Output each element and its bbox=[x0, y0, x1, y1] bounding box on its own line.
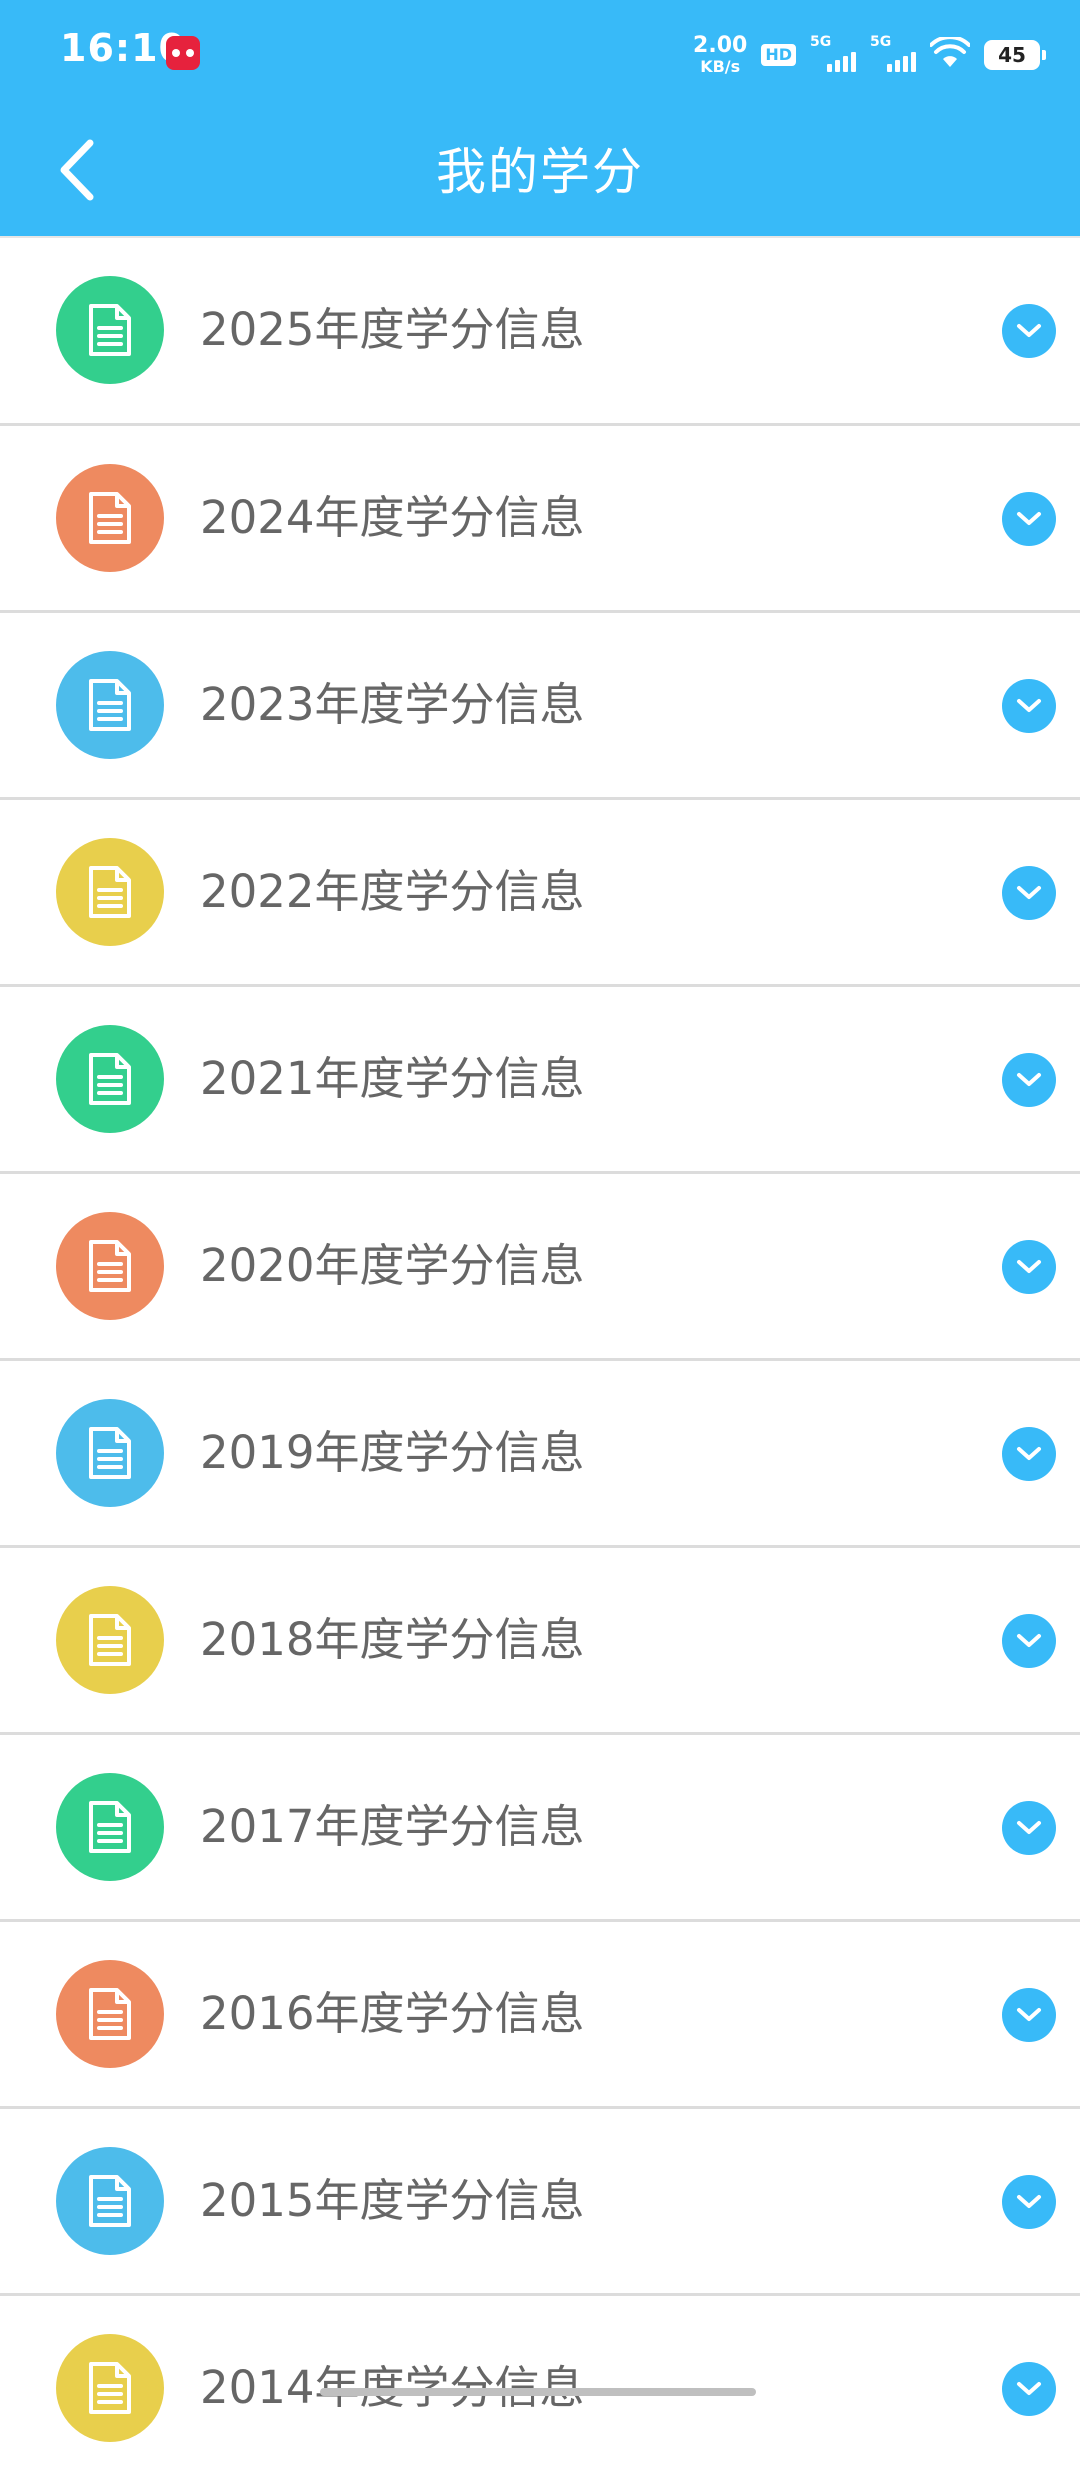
list-item[interactable]: 2016年度学分信息 bbox=[0, 1919, 1080, 2106]
chevron-down-icon[interactable] bbox=[1002, 2175, 1056, 2229]
chevron-down-icon[interactable] bbox=[1002, 1240, 1056, 1294]
sim1-network-type: 5G bbox=[810, 34, 832, 50]
document-icon bbox=[56, 1399, 164, 1507]
chevron-down-icon[interactable] bbox=[1002, 1614, 1056, 1668]
document-icon bbox=[56, 2334, 164, 2442]
list-item-label: 2024年度学分信息 bbox=[200, 491, 585, 544]
document-icon bbox=[56, 464, 164, 572]
list-item-label: 2023年度学分信息 bbox=[200, 678, 585, 731]
page-title: 我的学分 bbox=[436, 143, 644, 201]
app-notification-icon bbox=[166, 36, 200, 70]
chevron-down-icon[interactable] bbox=[1002, 1427, 1056, 1481]
app-header: 16:10 2.00 KB/s HD 5G 5G 45 我的学分 bbox=[0, 0, 1080, 236]
list-item[interactable]: 2014年度学分信息 bbox=[0, 2293, 1080, 2480]
home-indicator[interactable] bbox=[320, 2388, 756, 2396]
list-item[interactable]: 2023年度学分信息 bbox=[0, 610, 1080, 797]
status-bar: 16:10 2.00 KB/s HD 5G 5G 45 bbox=[0, 0, 1080, 108]
list-item-label: 2020年度学分信息 bbox=[200, 1239, 585, 1292]
document-icon bbox=[56, 1586, 164, 1694]
nav-bar: 我的学分 bbox=[0, 108, 1080, 236]
list-item-label: 2015年度学分信息 bbox=[200, 2174, 585, 2227]
list-item[interactable]: 2020年度学分信息 bbox=[0, 1171, 1080, 1358]
status-indicators: 2.00 KB/s HD 5G 5G 45 bbox=[693, 30, 1046, 80]
list-item[interactable]: 2018年度学分信息 bbox=[0, 1545, 1080, 1732]
list-item[interactable]: 2025年度学分信息 bbox=[0, 236, 1080, 423]
list-item-label: 2018年度学分信息 bbox=[200, 1613, 585, 1666]
chevron-down-icon[interactable] bbox=[1002, 1053, 1056, 1107]
sim1-signal-icon: 5G bbox=[810, 34, 856, 72]
wifi-icon bbox=[929, 35, 971, 73]
list-item[interactable]: 2019年度学分信息 bbox=[0, 1358, 1080, 1545]
list-item[interactable]: 2022年度学分信息 bbox=[0, 797, 1080, 984]
list-item-label: 2025年度学分信息 bbox=[200, 303, 585, 356]
document-icon bbox=[56, 838, 164, 946]
list-item[interactable]: 2017年度学分信息 bbox=[0, 1732, 1080, 1919]
chevron-down-icon[interactable] bbox=[1002, 304, 1056, 358]
list-item-label: 2021年度学分信息 bbox=[200, 1052, 585, 1105]
chevron-down-icon[interactable] bbox=[1002, 679, 1056, 733]
chevron-down-icon[interactable] bbox=[1002, 492, 1056, 546]
document-icon bbox=[56, 1960, 164, 2068]
chevron-down-icon[interactable] bbox=[1002, 866, 1056, 920]
sim2-network-type: 5G bbox=[870, 34, 892, 50]
chevron-down-icon[interactable] bbox=[1002, 2362, 1056, 2416]
list-item-label: 2016年度学分信息 bbox=[200, 1987, 585, 2040]
network-speed-value: 2.00 bbox=[693, 33, 748, 58]
chevron-down-icon[interactable] bbox=[1002, 1801, 1056, 1855]
list-item[interactable]: 2015年度学分信息 bbox=[0, 2106, 1080, 2293]
battery-icon: 45 bbox=[984, 40, 1046, 70]
document-icon bbox=[56, 2147, 164, 2255]
list-item-label: 2019年度学分信息 bbox=[200, 1426, 585, 1479]
document-icon bbox=[56, 651, 164, 759]
document-icon bbox=[56, 276, 164, 384]
list-item[interactable]: 2024年度学分信息 bbox=[0, 423, 1080, 610]
document-icon bbox=[56, 1025, 164, 1133]
sim2-signal-icon: 5G bbox=[870, 34, 916, 72]
hd-voice-icon: HD bbox=[761, 44, 796, 66]
list-item[interactable]: 2021年度学分信息 bbox=[0, 984, 1080, 1171]
chevron-down-icon[interactable] bbox=[1002, 1988, 1056, 2042]
list-item-label: 2017年度学分信息 bbox=[200, 1800, 585, 1853]
network-speed: 2.00 KB/s bbox=[693, 35, 747, 75]
document-icon bbox=[56, 1773, 164, 1881]
list-item-label: 2022年度学分信息 bbox=[200, 865, 585, 918]
network-speed-unit: KB/s bbox=[700, 57, 741, 76]
document-icon bbox=[56, 1212, 164, 1320]
credit-year-list: 2025年度学分信息 2024年度学分信息 2023年度学分信息 2022年度学分信息… bbox=[0, 236, 1080, 2480]
